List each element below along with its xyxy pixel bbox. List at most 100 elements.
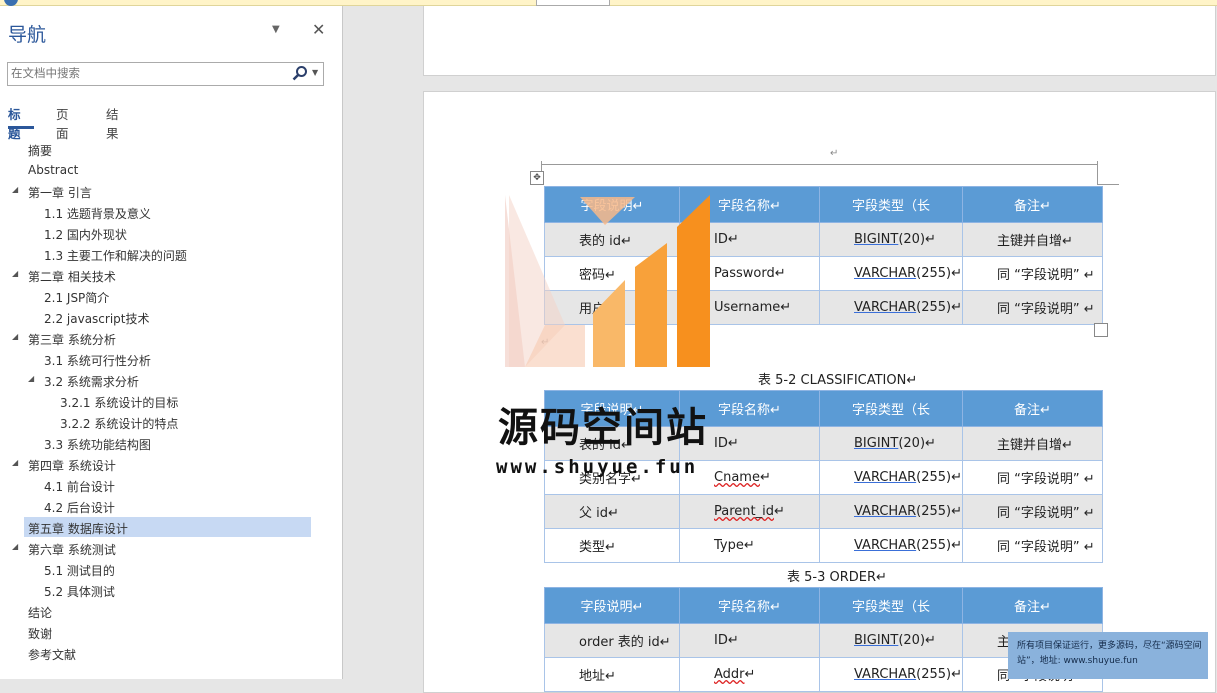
nav-tree-item[interactable]: ◢ 第三章 系统分析	[0, 328, 342, 349]
table-cell[interactable]: 同 “字段说明” ↵	[961, 290, 1103, 325]
nav-tree-item[interactable]: ◢ 第二章 相关技术	[0, 265, 342, 286]
table-header-cell: 字段类型（长	[819, 587, 963, 624]
table-cell[interactable]: 主键并自增↵	[961, 426, 1103, 461]
table-cell[interactable]: VARCHAR(255)↵	[819, 256, 963, 291]
table-resize-handle[interactable]	[1094, 323, 1108, 337]
nav-tree-item[interactable]: 4.2 后台设计	[0, 496, 342, 517]
table-cell[interactable]: Addr↵	[679, 657, 820, 692]
table-cell[interactable]: Type↵	[679, 528, 820, 563]
navigation-pane: 导航 ▼ ✕ ▼ 标题 页面 结果 摘要 Abstract ◢ 第一章 引言 1.1 选…	[0, 6, 343, 679]
tab-headings[interactable]: 标题	[8, 104, 21, 142]
table-top-border	[541, 164, 1097, 165]
table-header-cell: 字段说明↵	[544, 587, 680, 624]
nav-tree-item[interactable]: 3.2.1 系统设计的目标	[0, 391, 342, 412]
paragraph-mark: ↵	[830, 148, 839, 159]
table-caption-classification: 表 5-2 CLASSIFICATION↵	[758, 373, 918, 388]
nav-tree-label: 结论	[28, 606, 53, 620]
nav-tree-label: 致谢	[28, 627, 53, 641]
nav-tree-label: 3.3 系统功能结构图	[44, 438, 151, 452]
collapse-arrow-icon[interactable]: ◢	[12, 185, 18, 194]
table-cell[interactable]: 同 “字段说明” ↵	[961, 460, 1103, 495]
table-right-tick	[1097, 161, 1098, 185]
collapse-arrow-icon[interactable]: ◢	[12, 332, 18, 341]
nav-tree-item[interactable]: 摘要	[0, 139, 342, 160]
nav-tree-item[interactable]: 5.1 测试目的	[0, 559, 342, 580]
collapse-arrow-icon[interactable]: ◢	[12, 458, 18, 467]
nav-tree-item[interactable]: 3.2.2 系统设计的特点	[0, 412, 342, 433]
table-cell[interactable]: VARCHAR(255)↵	[819, 528, 963, 563]
table-cell[interactable]: VARCHAR(255)↵	[819, 460, 963, 495]
nav-tree-label: 3.1 系统可行性分析	[44, 354, 151, 368]
nav-tree-label: 1.1 选题背景及意义	[44, 207, 151, 221]
collapse-arrow-icon[interactable]: ◢	[12, 269, 18, 278]
table-cell[interactable]: Cname↵	[679, 460, 820, 495]
table-cell[interactable]: 父 id↵	[544, 494, 680, 529]
nav-tree-label: 2.2 javascript技术	[44, 312, 150, 326]
collapse-arrow-icon[interactable]: ◢	[28, 374, 34, 383]
nav-tree-item[interactable]: 1.3 主要工作和解决的问题	[0, 244, 342, 265]
nav-tree-item[interactable]: 1.2 国内外现状	[0, 223, 342, 244]
nav-tree-label: 第二章 相关技术	[28, 270, 116, 284]
search-icon[interactable]	[292, 65, 308, 81]
nav-tree-item[interactable]: ◢ 第六章 系统测试	[0, 538, 342, 559]
tab-results[interactable]: 结果	[106, 104, 119, 142]
nav-tree-item[interactable]: 致谢	[0, 622, 342, 643]
nav-tree-label: 第四章 系统设计	[28, 459, 116, 473]
watermark-note: 所有项目保证运行，更多源码，尽在“源码空间站”，地址: www.shuyue.f…	[1008, 632, 1208, 679]
search-options-chevron-icon[interactable]: ▼	[312, 68, 318, 77]
nav-tree-item[interactable]: 第五章 数据库设计	[0, 517, 342, 538]
nav-tree-label: 摘要	[28, 144, 53, 158]
search-box[interactable]: ▼	[7, 62, 324, 86]
table-cell[interactable]: 同 “字段说明” ↵	[961, 494, 1103, 529]
table-cell[interactable]: VARCHAR(255)↵	[819, 657, 963, 692]
table-cell[interactable]: order 表的 id↵	[544, 623, 680, 658]
nav-tree-item[interactable]: 5.2 具体测试	[0, 580, 342, 601]
nav-tree-item[interactable]: 结论	[0, 601, 342, 622]
collapse-arrow-icon[interactable]: ◢	[12, 542, 18, 551]
table-row: 父 id↵ Parent_id↵ VARCHAR(255)↵ 同 “字段说明” ↵	[544, 494, 1103, 529]
nav-tree-label: 1.3 主要工作和解决的问题	[44, 249, 187, 263]
table-cell[interactable]: 同 “字段说明” ↵	[961, 528, 1103, 563]
nav-tree-label: 参考文献	[28, 648, 77, 662]
table-cell[interactable]: BIGINT(20)↵	[819, 222, 963, 257]
table-cell[interactable]: BIGINT(20)↵	[819, 623, 963, 658]
watermark-url: www.shuyue.fun	[496, 456, 699, 478]
nav-tree-item[interactable]: ◢ 第一章 引言	[0, 181, 342, 202]
table-header-cell: 字段类型（长	[819, 390, 963, 427]
chevron-down-icon[interactable]: ▼	[272, 24, 280, 35]
tab-pages[interactable]: 页面	[56, 104, 69, 142]
table-header-cell: 备注↵	[961, 390, 1103, 427]
table-header-cell: 备注↵	[961, 587, 1103, 624]
table-cell[interactable]: VARCHAR(255)↵	[819, 290, 963, 325]
table-move-handle[interactable]: ✥	[530, 171, 544, 185]
nav-tree-item[interactable]: 3.3 系统功能结构图	[0, 433, 342, 454]
table-cell[interactable]: BIGINT(20)↵	[819, 426, 963, 461]
nav-tree-label: 3.2.2 系统设计的特点	[60, 417, 179, 431]
table-row: 类型↵ Type↵ VARCHAR(255)↵ 同 “字段说明” ↵	[544, 528, 1103, 563]
table-cell[interactable]: 类型↵	[544, 528, 680, 563]
nav-tree-item[interactable]: 1.1 选题背景及意义	[0, 202, 342, 223]
table-header-row: 字段说明↵字段名称↵字段类型（长备注↵	[544, 587, 1103, 624]
nav-tree-item[interactable]: ◢ 3.2 系统需求分析	[0, 370, 342, 391]
nav-tree-item[interactable]: 4.1 前台设计	[0, 475, 342, 496]
table-cell[interactable]: VARCHAR(255)↵	[819, 494, 963, 529]
nav-tree-label: 第三章 系统分析	[28, 333, 116, 347]
table-cell[interactable]: Parent_id↵	[679, 494, 820, 529]
nav-tree-item[interactable]: 2.2 javascript技术	[0, 307, 342, 328]
nav-tree-item[interactable]: 3.1 系统可行性分析	[0, 349, 342, 370]
nav-tree-item[interactable]: ◢ 第四章 系统设计	[0, 454, 342, 475]
close-icon[interactable]: ✕	[312, 20, 325, 39]
table-cell[interactable]: ID↵	[679, 623, 820, 658]
nav-tree-label: 4.1 前台设计	[44, 480, 115, 494]
nav-tree-item[interactable]: Abstract	[0, 160, 342, 181]
table-header-cell: 字段类型（长	[819, 186, 963, 223]
nav-tree-item[interactable]: 2.1 JSP简介	[0, 286, 342, 307]
table-cell[interactable]: 地址↵	[544, 657, 680, 692]
table-cell[interactable]: 主键并自增↵	[961, 222, 1103, 257]
nav-tree-item[interactable]: 参考文献	[0, 643, 342, 664]
search-input[interactable]	[11, 63, 281, 83]
watermark-logo	[505, 195, 710, 367]
nav-tree-label: 3.2 系统需求分析	[44, 375, 139, 389]
table-header-cell: 备注↵	[961, 186, 1103, 223]
table-cell[interactable]: 同 “字段说明” ↵	[961, 256, 1103, 291]
